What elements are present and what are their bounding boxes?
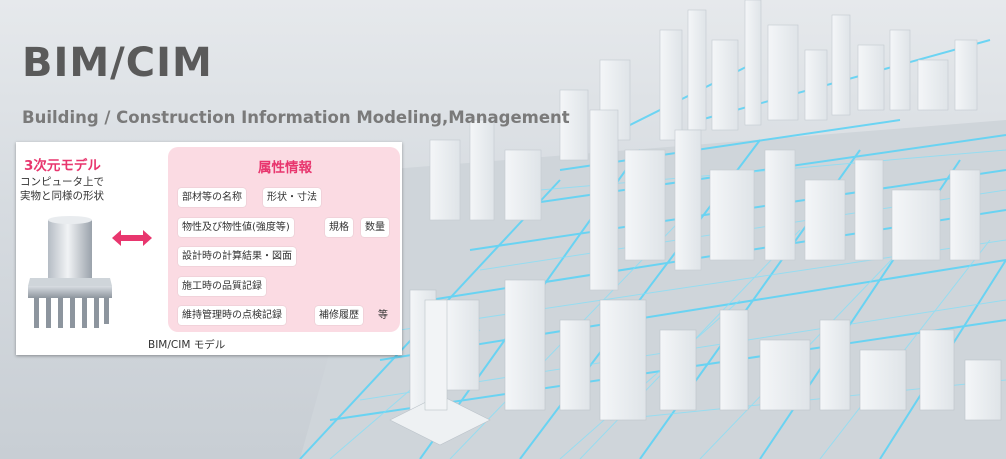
attribute-tag: 補修履歴 [315, 306, 363, 325]
double-arrow-icon [112, 230, 152, 246]
model-caption: BIM/CIM モデル [148, 339, 226, 351]
attribute-tag: 数量 [361, 218, 389, 237]
attribute-tag: 設計時の計算結果・図面 [178, 247, 296, 266]
model-desc-line2: 実物と同様の形状 [20, 190, 104, 202]
attributes-title: 属性情報 [258, 160, 312, 176]
attribute-tag: 維持管理時の点検記録 [178, 306, 286, 325]
model-title: 3次元モデル [24, 158, 101, 174]
page-title: BIM/CIM [22, 40, 213, 86]
attribute-tag: 形状・寸法 [263, 188, 321, 207]
etc-label: 等 [378, 310, 388, 321]
attribute-tag: 規格 [325, 218, 353, 237]
attribute-tag: 施工時の品質記録 [178, 277, 266, 296]
model-description: コンピュータ上で 実物と同様の形状 [20, 175, 104, 203]
page-subtitle: Building / Construction Information Mode… [22, 108, 570, 127]
bridge-pier-model-icon [28, 216, 112, 328]
attribute-tag: 物性及び物性値(強度等) [178, 218, 294, 237]
bim-cim-model-card: 3次元モデル コンピュータ上で 実物と同様の形状 属性情報 部材等の名称 形状・… [16, 142, 402, 355]
attributes-panel: 属性情報 部材等の名称 形状・寸法 物性及び物性値(強度等) 規格 数量 設計時… [168, 147, 400, 332]
model-desc-line1: コンピュータ上で [20, 176, 104, 188]
attribute-tag: 部材等の名称 [178, 188, 246, 207]
